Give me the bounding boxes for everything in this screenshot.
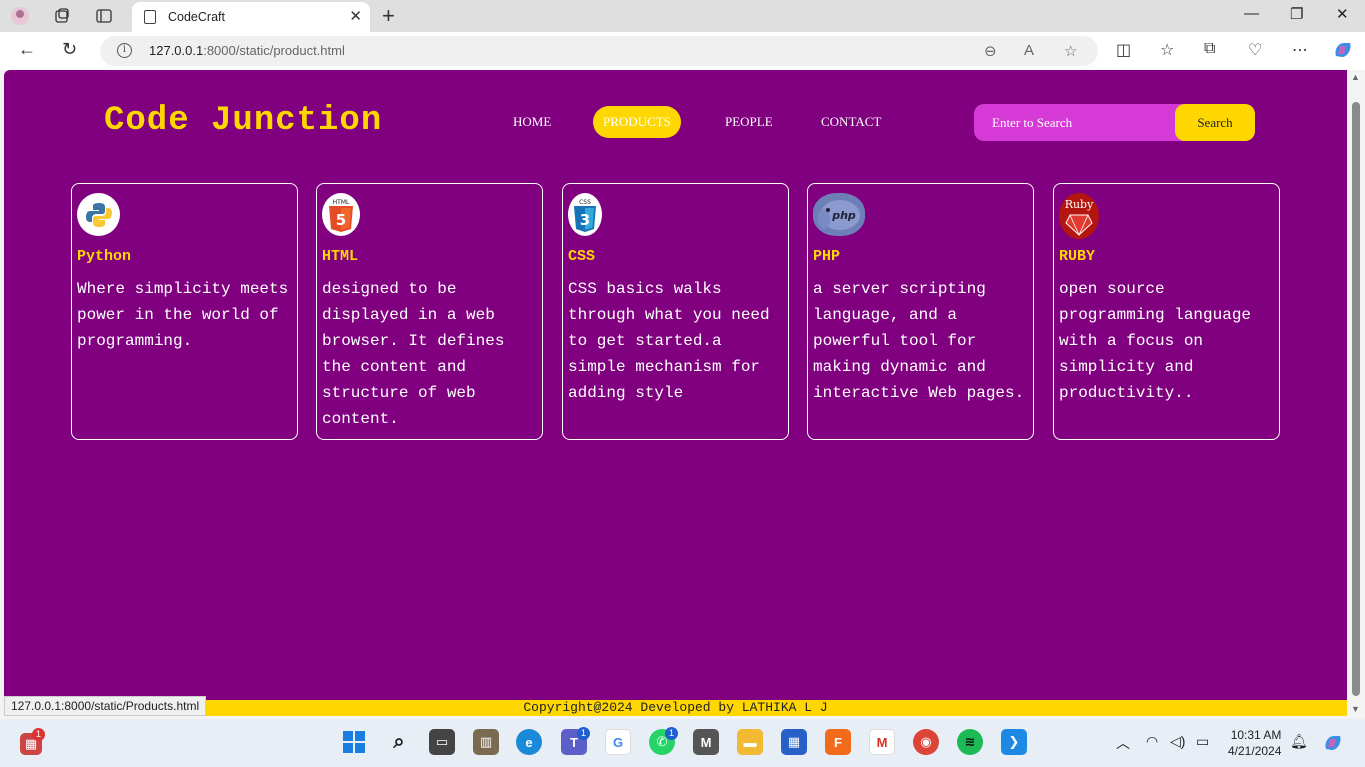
google-icon[interactable]: G bbox=[605, 729, 631, 755]
gmail-icon[interactable]: M bbox=[869, 729, 895, 755]
svg-text:5: 5 bbox=[336, 211, 346, 229]
product-name: Python bbox=[77, 248, 132, 265]
page-scrollbar[interactable]: ▲ ▼ bbox=[1347, 70, 1365, 716]
scroll-up-icon[interactable]: ▲ bbox=[1351, 72, 1360, 82]
php-elephant-icon: php bbox=[813, 193, 865, 236]
url-text[interactable]: 127.0.0.1:8000/static/product.html bbox=[149, 43, 345, 58]
python-logo-icon bbox=[77, 193, 120, 236]
whatsapp-badge: 1 bbox=[665, 727, 678, 740]
ruby-logo-icon: Ruby bbox=[1059, 193, 1099, 239]
workspaces-icon[interactable] bbox=[52, 6, 72, 26]
more-menu-icon[interactable]: ⋯ bbox=[1292, 40, 1308, 60]
site-info-icon[interactable]: i bbox=[117, 43, 132, 58]
search-button[interactable]: Search bbox=[1175, 104, 1255, 141]
clock-time: 10:31 AM bbox=[1230, 728, 1282, 742]
show-hidden-icons-icon[interactable]: ︿ bbox=[1116, 733, 1130, 753]
chrome-icon[interactable]: ◉ bbox=[913, 729, 939, 755]
volume-icon[interactable]: ◁) bbox=[1170, 733, 1185, 750]
favorite-star-icon[interactable]: ☆ bbox=[1064, 42, 1077, 60]
favorites-icon[interactable]: ☆ bbox=[1160, 40, 1174, 60]
teams-badge: 1 bbox=[577, 727, 590, 740]
app-f-icon[interactable]: F bbox=[825, 729, 851, 755]
svg-text:3: 3 bbox=[580, 211, 590, 229]
clock[interactable]: 10:31 AM 4/21/2024 bbox=[1228, 727, 1281, 759]
url-host: 127.0.0.1 bbox=[149, 43, 204, 58]
product-name: CSS bbox=[568, 248, 596, 265]
nav-products[interactable]: PRODUCTS bbox=[593, 106, 681, 138]
widgets-badge: 1 bbox=[32, 728, 45, 741]
nav-people[interactable]: PEOPLE bbox=[715, 106, 783, 138]
web-page: Code Junction HOME PRODUCTS PEOPLE CONTA… bbox=[4, 70, 1347, 716]
tab-title: CodeCraft bbox=[168, 10, 225, 24]
clock-date: 4/21/2024 bbox=[1228, 744, 1282, 758]
close-tab-icon[interactable]: ✕ bbox=[349, 7, 362, 25]
refresh-icon[interactable]: ↻ bbox=[62, 39, 77, 60]
url-path: :8000/static/product.html bbox=[203, 43, 345, 58]
svg-text:php: php bbox=[831, 209, 856, 222]
product-name: PHP bbox=[813, 248, 841, 265]
edge-browser-icon[interactable]: e bbox=[516, 729, 542, 755]
restore-icon[interactable]: ❐ bbox=[1290, 5, 1303, 23]
vscode-icon[interactable]: ❯ bbox=[1001, 729, 1027, 755]
product-description: a server scripting language, and a power… bbox=[813, 280, 1025, 402]
url-field[interactable]: i 127.0.0.1:8000/static/product.html ⊖ A… bbox=[100, 36, 1098, 66]
file-explorer-icon[interactable]: ▬ bbox=[737, 729, 763, 755]
notification-bell-icon[interactable]: 🔔︎ bbox=[1290, 733, 1308, 750]
product-description: open source programming language with a … bbox=[1059, 280, 1252, 402]
copilot-icon[interactable] bbox=[1332, 40, 1354, 65]
nav-home[interactable]: HOME bbox=[503, 106, 561, 138]
product-description: CSS basics walks through what you need t… bbox=[568, 280, 770, 402]
search-icon[interactable]: ⌕ bbox=[386, 729, 412, 755]
start-windows-icon[interactable] bbox=[341, 729, 367, 755]
search-box: Search bbox=[974, 104, 1255, 141]
collections-icon[interactable]: ⧉ bbox=[1204, 40, 1215, 58]
scrollbar-thumb[interactable] bbox=[1352, 102, 1360, 696]
status-bar-link-preview: 127.0.0.1:8000/static/Products.html bbox=[4, 696, 207, 716]
browser-tab-bar: CodeCraft ✕ + — ❐ ✕ bbox=[0, 0, 1365, 32]
html5-logo-icon: HTML 5 bbox=[322, 193, 360, 236]
product-description: Where simplicity meets power in the worl… bbox=[77, 280, 289, 350]
svg-text:HTML: HTML bbox=[333, 199, 350, 206]
page-document-icon bbox=[144, 10, 156, 24]
wifi-icon[interactable]: ◠ bbox=[1146, 733, 1158, 750]
task-view-icon[interactable]: ▭ bbox=[429, 729, 455, 755]
app-m-icon[interactable]: M bbox=[693, 729, 719, 755]
product-name: HTML bbox=[322, 248, 359, 265]
microsoft-store-icon[interactable]: ▦ bbox=[781, 729, 807, 755]
product-card-html[interactable]: HTML 5 HTML designed to be displayed in … bbox=[316, 183, 543, 440]
close-window-icon[interactable]: ✕ bbox=[1336, 5, 1349, 23]
svg-text:CSS: CSS bbox=[579, 199, 591, 206]
product-card-php[interactable]: php PHP a server scripting language, and… bbox=[807, 183, 1034, 440]
css3-logo-icon: CSS 3 bbox=[568, 193, 602, 236]
browser-essentials-icon[interactable]: ♡ bbox=[1248, 40, 1262, 60]
product-card-ruby[interactable]: Ruby RUBY open source programming langua… bbox=[1053, 183, 1280, 440]
svg-text:Ruby: Ruby bbox=[1065, 198, 1094, 211]
browser-tab[interactable]: CodeCraft ✕ bbox=[132, 2, 370, 32]
product-card-css[interactable]: CSS 3 CSS CSS basics walks through what … bbox=[562, 183, 789, 440]
battery-icon[interactable]: ▭ bbox=[1196, 733, 1209, 750]
product-description: designed to be displayed in a web browse… bbox=[322, 280, 505, 428]
profile-avatar-icon[interactable] bbox=[10, 6, 30, 26]
split-screen-icon[interactable]: ◫ bbox=[1116, 40, 1131, 60]
nav-contact[interactable]: CONTACT bbox=[811, 106, 891, 138]
minimize-icon[interactable]: — bbox=[1244, 5, 1259, 22]
product-card-python[interactable]: Python Where simplicity meets power in t… bbox=[71, 183, 298, 440]
tab-actions-icon[interactable] bbox=[94, 6, 114, 26]
search-input[interactable] bbox=[974, 104, 1174, 141]
read-aloud-icon[interactable]: A bbox=[1024, 42, 1034, 59]
product-name: RUBY bbox=[1059, 248, 1096, 265]
new-tab-icon[interactable]: + bbox=[382, 3, 395, 29]
windows-taskbar: ▦ 1 ⌕ ▭ ▥ e T 1 G ✆ 1 M ▬ ▦ F M ◉ ≋ ❯ ︿ … bbox=[0, 719, 1365, 767]
app-icon-generic[interactable]: ▥ bbox=[473, 729, 499, 755]
scroll-down-icon[interactable]: ▼ bbox=[1351, 704, 1360, 714]
zoom-out-icon[interactable]: ⊖ bbox=[984, 42, 997, 60]
copilot-taskbar-icon[interactable] bbox=[1322, 733, 1344, 756]
back-arrow-icon[interactable]: ← bbox=[18, 39, 36, 60]
address-bar-row: ← ↻ i 127.0.0.1:8000/static/product.html… bbox=[0, 32, 1365, 70]
spotify-icon[interactable]: ≋ bbox=[957, 729, 983, 755]
site-logo[interactable]: Code Junction bbox=[104, 102, 382, 140]
